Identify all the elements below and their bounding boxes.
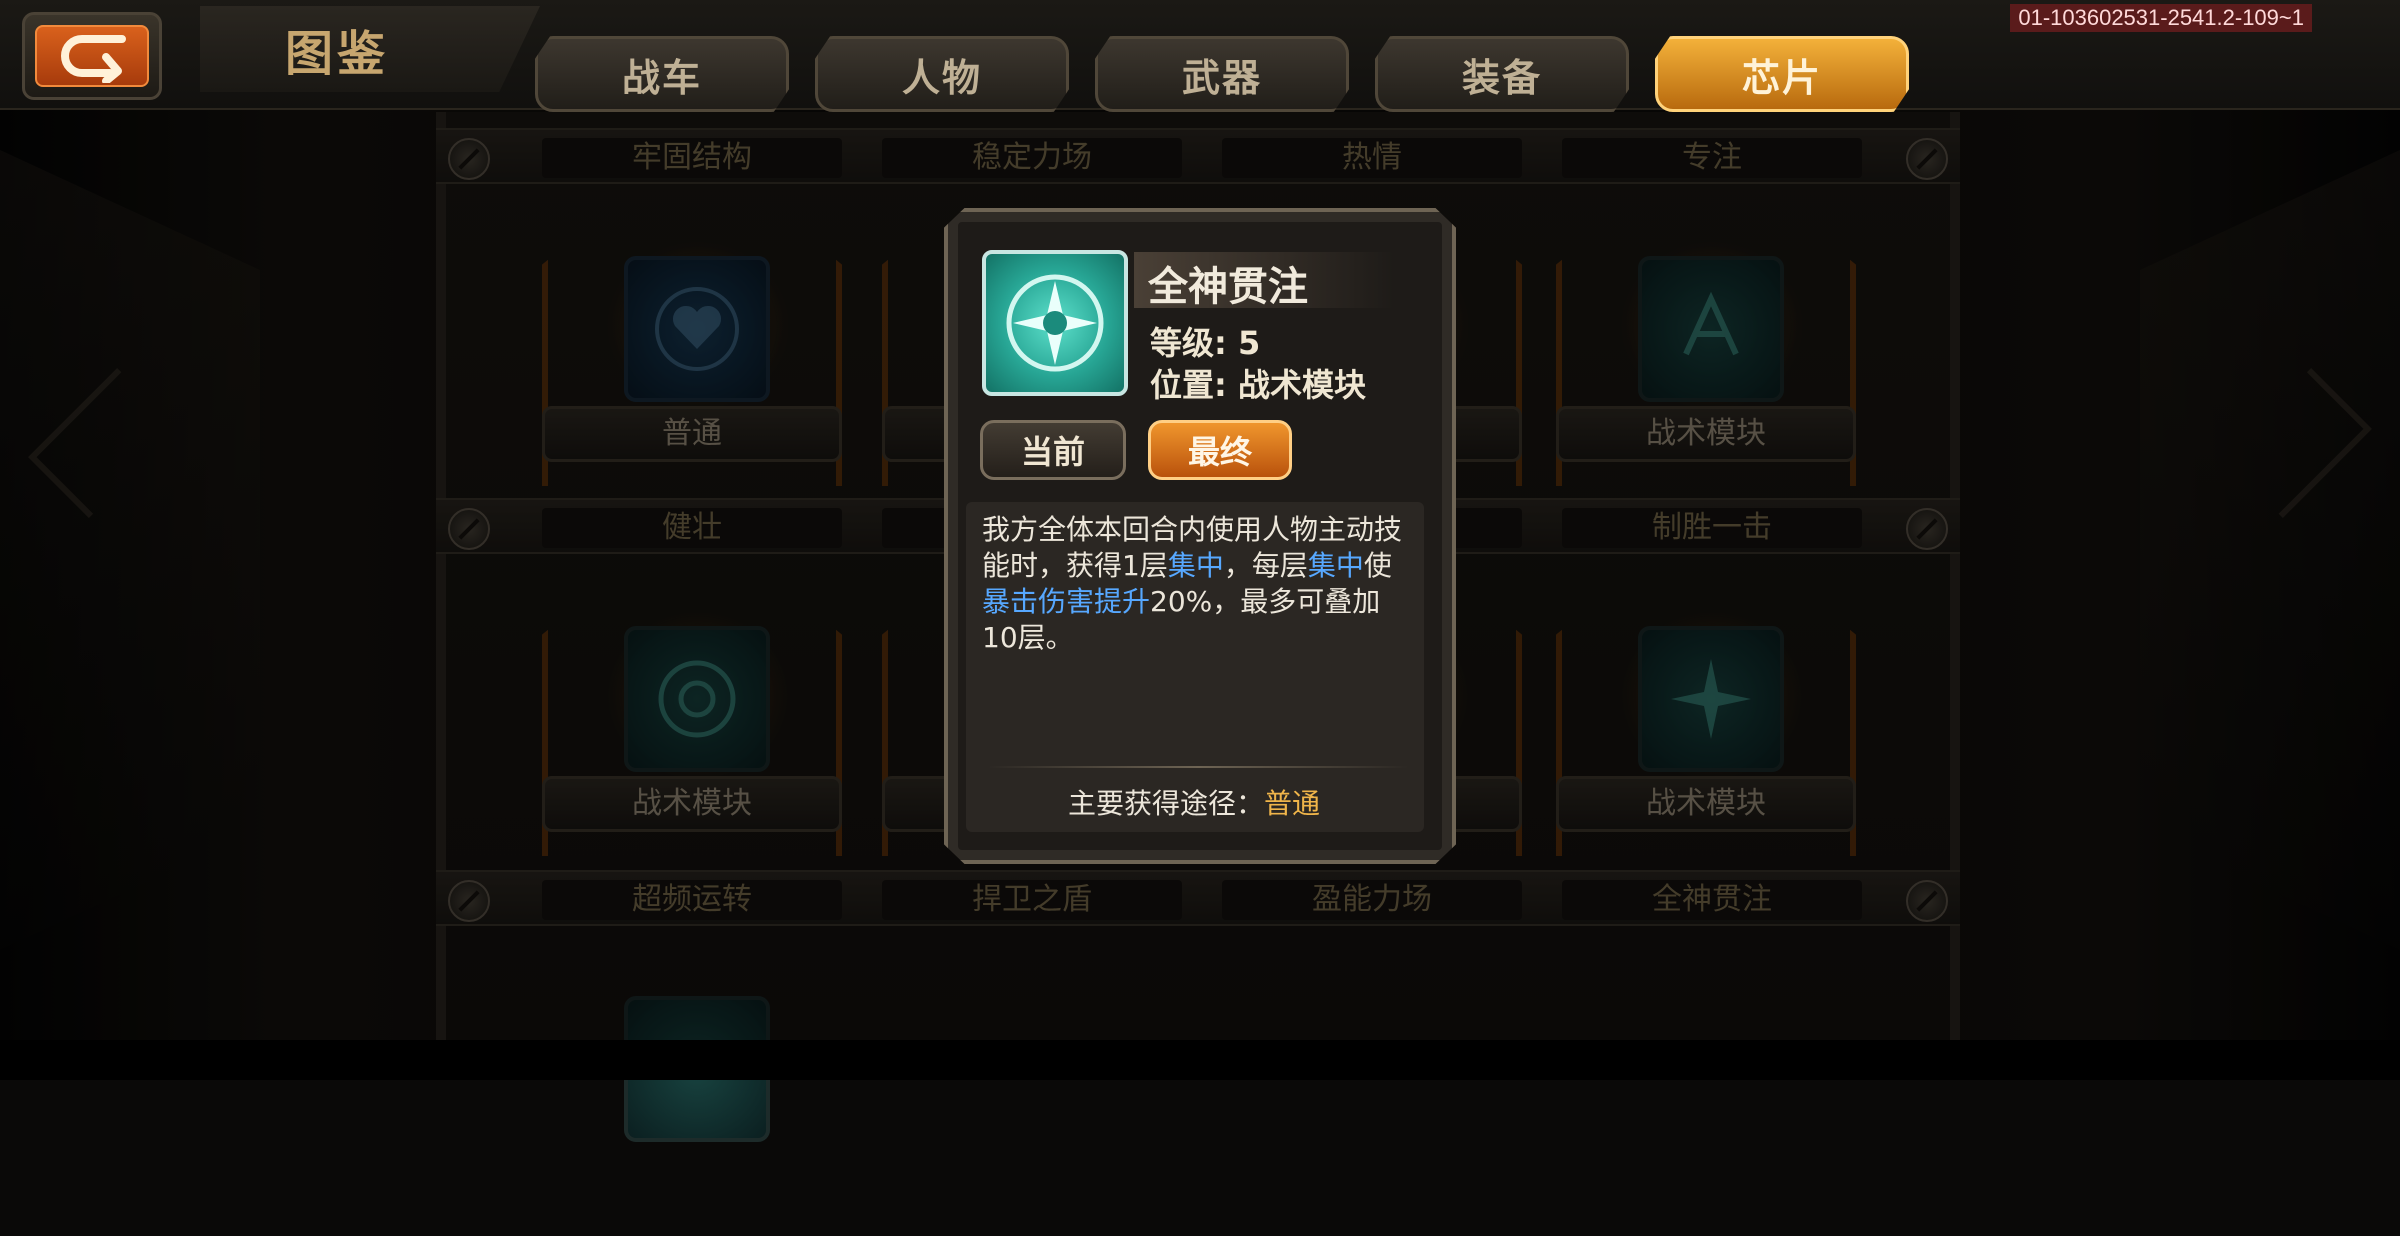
page-title: 图鉴 <box>285 26 390 82</box>
bolt-icon <box>1906 138 1948 180</box>
focus-star-icon <box>982 250 1128 396</box>
bolt-icon <box>448 508 490 550</box>
source-label: 主要获得途径： <box>1067 787 1264 820</box>
back-button[interactable] <box>22 12 162 100</box>
chip-description: 我方全体本回合内使用人物主动技能时，获得1层集中，每层集中使暴击伤害提升20%，… <box>982 513 1403 654</box>
level-row: 等级: 5 <box>1150 318 1260 364</box>
source-value: 普通 <box>1264 787 1321 820</box>
chip-title: 全神贯注 <box>1148 264 1308 310</box>
star-burst-icon <box>1638 626 1784 772</box>
chip-name: 专注 <box>1562 138 1862 178</box>
chip-source-label: 战术模块 <box>542 776 842 832</box>
heart-cycle-icon <box>624 256 770 402</box>
tab-equipment[interactable]: 装备 <box>1375 36 1629 112</box>
bottom-edge <box>0 1040 2400 1080</box>
right-panel-deco <box>2140 150 2400 950</box>
chip-name: 超频运转 <box>542 880 842 920</box>
top-bar: 图鉴 战车 人物 武器 装备 芯片 01-103602531-2541.2-10… <box>0 0 2400 112</box>
chip-source-label: 普通 <box>542 406 842 462</box>
bolt-icon <box>1906 880 1948 922</box>
row-header-3: 超频运转 捍卫之盾 盈能力场 全神贯注 <box>436 870 1960 926</box>
claw-emblem-icon <box>1638 256 1784 402</box>
chip-detail-popup: 全神贯注 等级: 5 位置: 战术模块 当前 最终 我方全体本回合内使用人物主动… <box>944 208 1456 864</box>
left-panel-deco <box>0 150 260 950</box>
position-row: 位置: 战术模块 <box>1150 360 1366 406</box>
chip-card[interactable] <box>542 936 842 1236</box>
current-level-button[interactable]: 当前 <box>980 420 1126 480</box>
bolt-icon <box>1906 508 1948 550</box>
bolt-icon <box>448 138 490 180</box>
row-header-1: 牢固结构 稳定力场 热情 专注 <box>436 128 1960 184</box>
chip-name: 牢固结构 <box>542 138 842 178</box>
target-spin-icon <box>624 626 770 772</box>
divider <box>988 766 1408 768</box>
tab-chip[interactable]: 芯片 <box>1655 36 1909 112</box>
tab-vehicle[interactable]: 战车 <box>535 36 789 112</box>
level-value: 5 <box>1237 324 1261 362</box>
chip-name: 热情 <box>1222 138 1522 178</box>
level-label: 等级: <box>1150 324 1227 362</box>
chip-name: 健壮 <box>542 508 842 548</box>
chip-source-label: 战术模块 <box>1556 776 1856 832</box>
chip-card[interactable]: 战术模块 <box>542 566 842 866</box>
bolt-icon <box>448 880 490 922</box>
source-row: 主要获得途径：普通 <box>948 782 1440 822</box>
category-tabs: 战车 人物 武器 装备 芯片 <box>535 36 1909 112</box>
tab-weapon[interactable]: 武器 <box>1095 36 1349 112</box>
chip-name: 捍卫之盾 <box>882 880 1182 920</box>
chip-source-label: 战术模块 <box>1556 406 1856 462</box>
chip-card[interactable]: 战术模块 <box>1556 566 1856 866</box>
chip-name: 盈能力场 <box>1222 880 1522 920</box>
chip-name: 全神贯注 <box>1562 880 1862 920</box>
chip-card[interactable]: 普通 <box>542 196 842 496</box>
chip-name: 稳定力场 <box>882 138 1182 178</box>
final-level-button[interactable]: 最终 <box>1148 420 1292 480</box>
build-id: 01-103602531-2541.2-109~1 <box>2010 4 2312 32</box>
back-arrow-icon <box>61 35 126 83</box>
position-label: 位置: <box>1150 366 1227 404</box>
position-value: 战术模块 <box>1237 366 1366 404</box>
chip-card[interactable]: 战术模块 <box>1556 196 1856 496</box>
chip-name: 制胜一击 <box>1562 508 1862 548</box>
tab-character[interactable]: 人物 <box>815 36 1069 112</box>
